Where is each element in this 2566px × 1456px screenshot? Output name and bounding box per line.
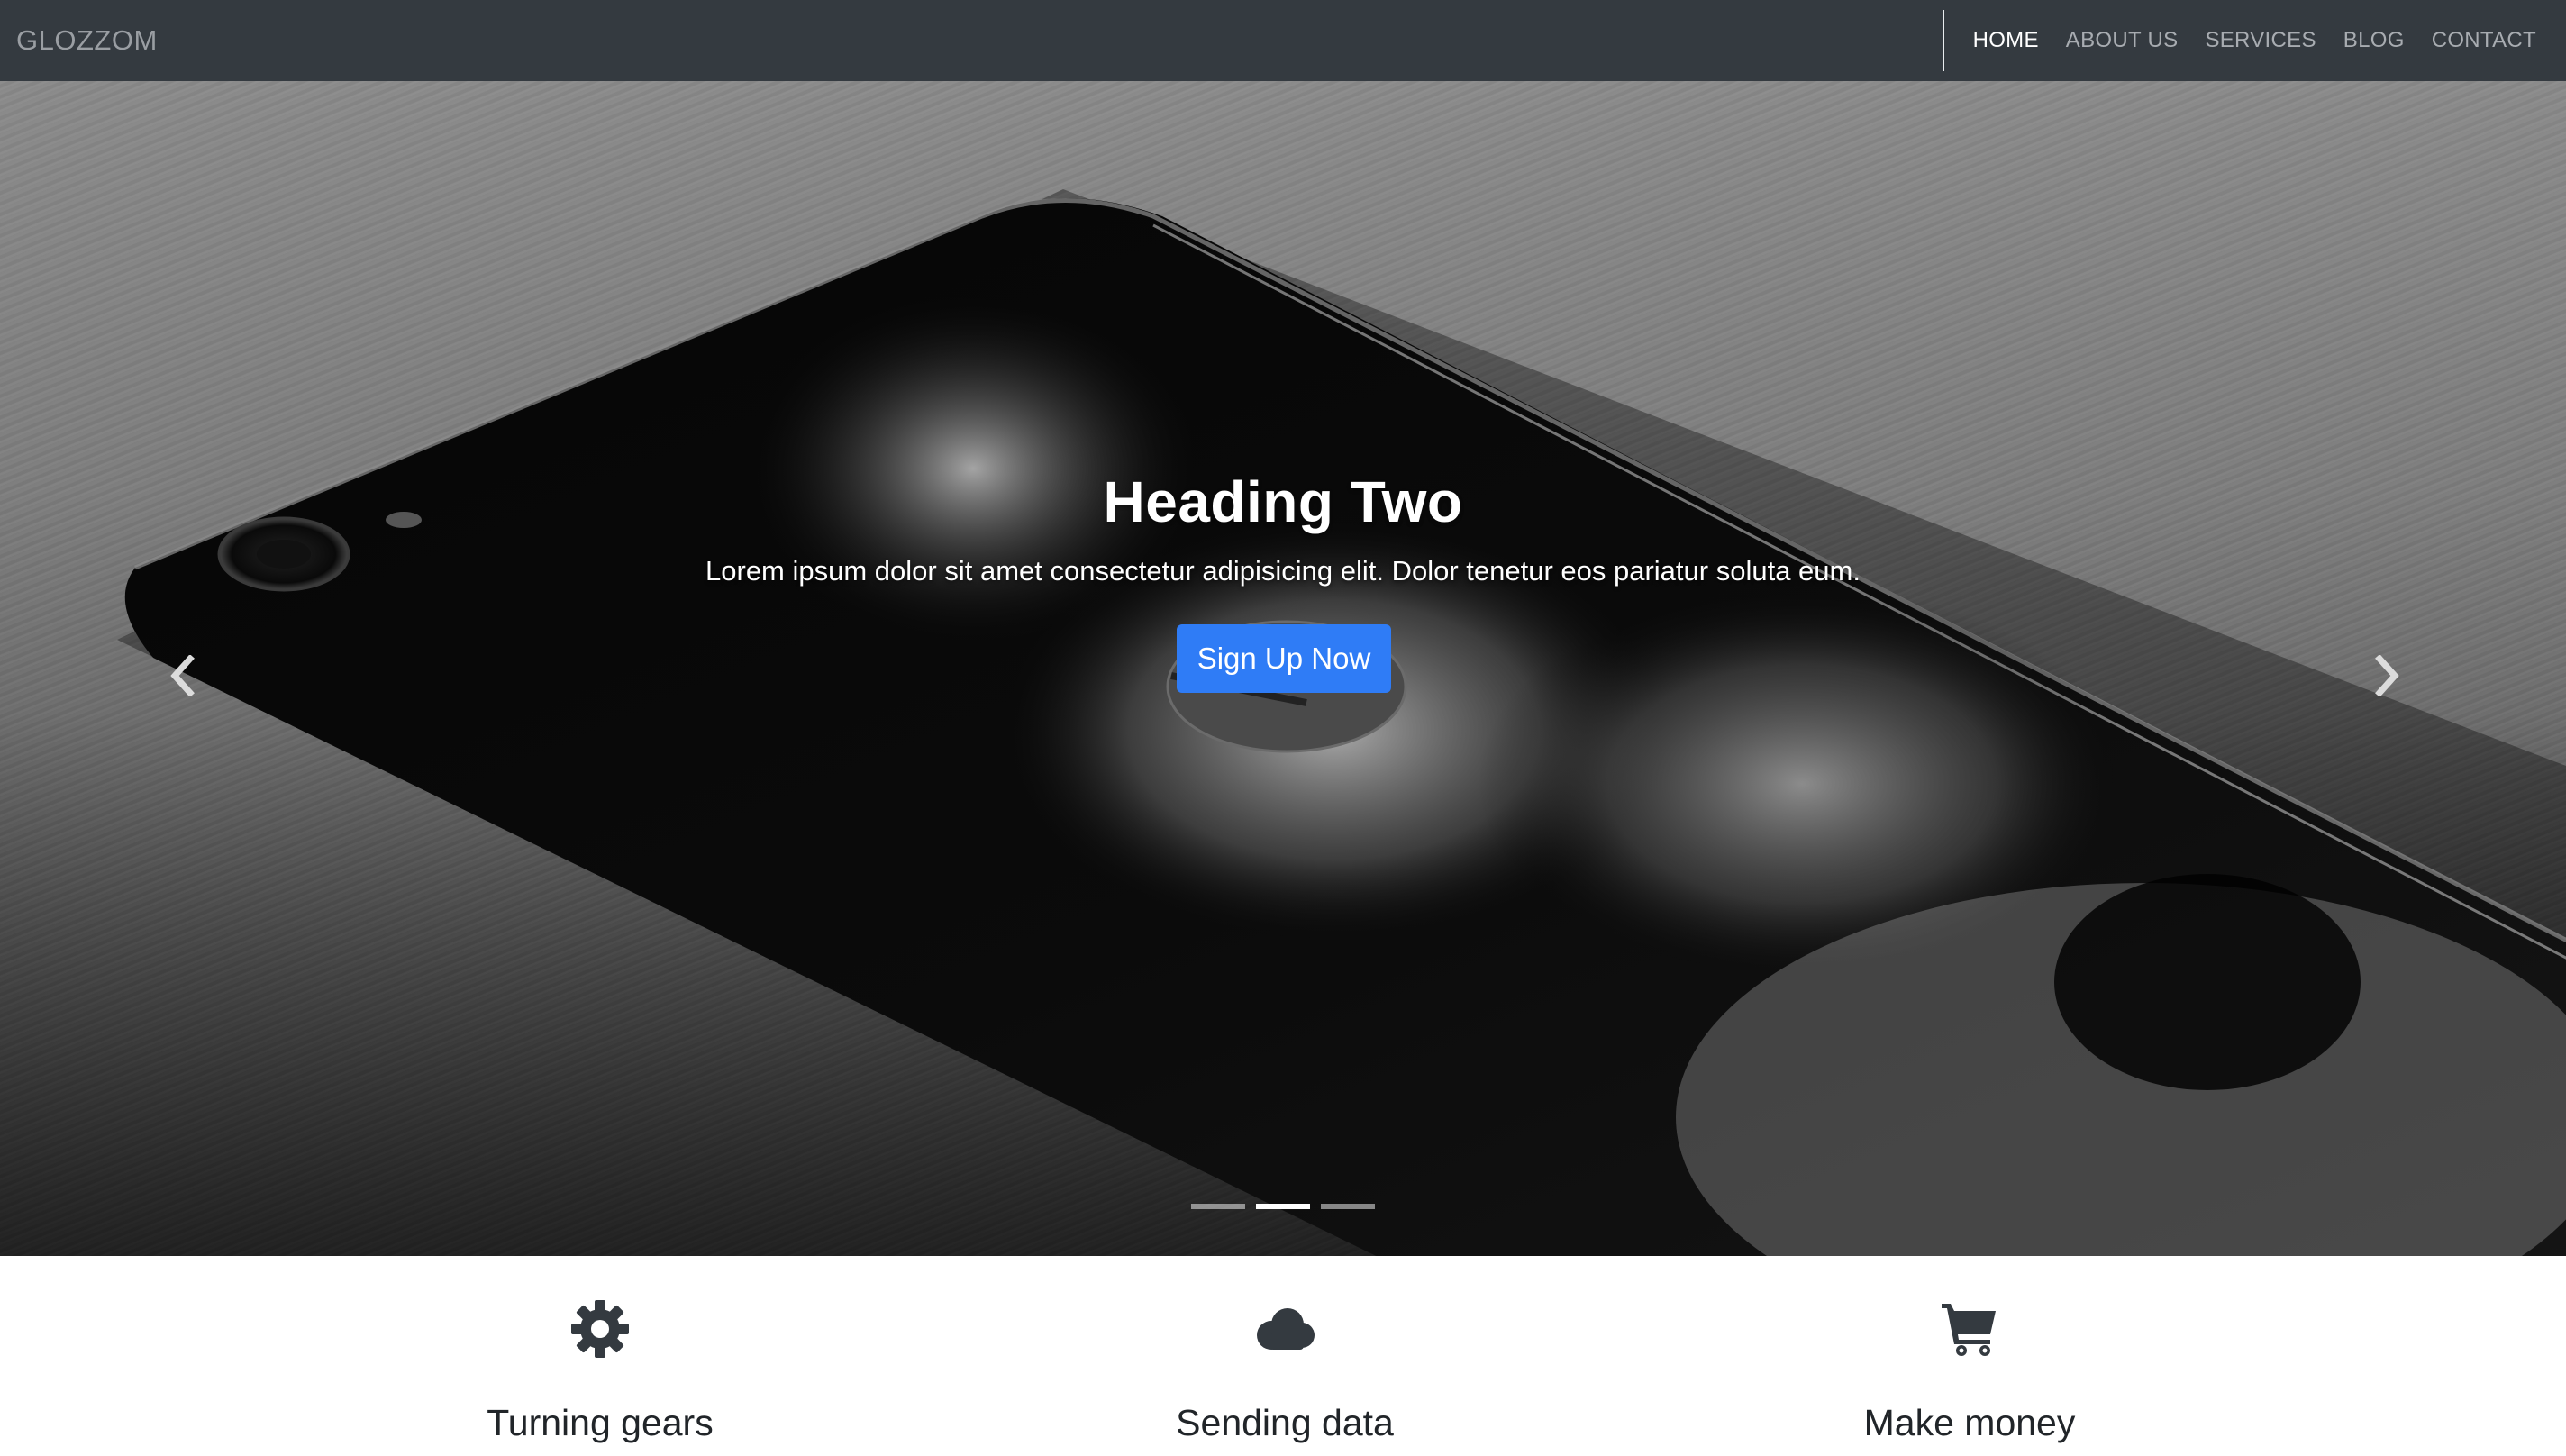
nav-links: HOME ABOUT US SERVICES BLOG CONTACT: [1942, 0, 2550, 81]
carousel-next-button[interactable]: [2361, 640, 2415, 712]
feature-title: Sending data: [1176, 1402, 1394, 1443]
carousel-indicators: [1191, 1204, 1375, 1209]
brand-logo[interactable]: GLOZZOM: [16, 24, 158, 57]
sign-up-button[interactable]: Sign Up Now: [1177, 624, 1391, 693]
carousel-indicator-1[interactable]: [1191, 1204, 1245, 1209]
hero-carousel: Heading Two Lorem ipsum dolor sit amet c…: [0, 81, 2566, 1256]
carousel-caption: Heading Two Lorem ipsum dolor sit amet c…: [0, 81, 2566, 1256]
nav-divider: [1942, 10, 1944, 71]
carousel-indicator-2[interactable]: [1256, 1204, 1310, 1209]
nav-link-home[interactable]: HOME: [1960, 28, 2052, 53]
cloud-icon: [1257, 1308, 1315, 1350]
nav-link-about-us[interactable]: ABOUT US: [2052, 28, 2192, 53]
navbar: GLOZZOM HOME ABOUT US SERVICES BLOG CONT…: [0, 0, 2566, 81]
carousel-indicator-3[interactable]: [1321, 1204, 1375, 1209]
feature-title: Turning gears: [487, 1402, 714, 1443]
carousel-text: Lorem ipsum dolor sit amet consectetur a…: [705, 555, 1861, 587]
nav-link-services[interactable]: SERVICES: [2191, 28, 2329, 53]
feature-title: Make money: [1863, 1402, 2076, 1443]
carousel-prev-button[interactable]: [155, 640, 209, 712]
chevron-left-icon: [170, 655, 195, 696]
gear-icon: [571, 1300, 629, 1358]
carousel-heading: Heading Two: [1103, 469, 1463, 534]
features-section: Turning gears Sending data Make money: [0, 1256, 2566, 1456]
nav-link-contact[interactable]: CONTACT: [2418, 28, 2550, 53]
nav-link-blog[interactable]: BLOG: [2330, 28, 2418, 53]
chevron-right-icon: [2375, 655, 2399, 696]
shopping-cart-icon: [1942, 1304, 1996, 1356]
